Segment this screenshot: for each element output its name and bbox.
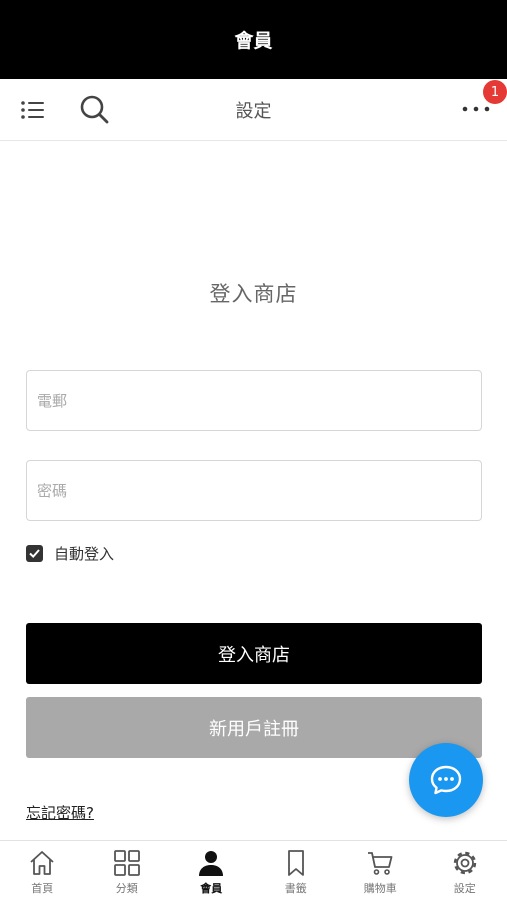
notification-badge: 1 — [483, 80, 507, 104]
password-field[interactable] — [26, 460, 482, 521]
auto-login-checkbox[interactable]: 自動登入 — [26, 543, 114, 564]
bookmark-icon — [281, 848, 311, 878]
chat-bubble-icon — [428, 762, 464, 798]
checkbox-checked-icon[interactable] — [26, 545, 43, 562]
tab-member[interactable]: 會員 — [169, 841, 254, 901]
tab-member-label: 會員 — [200, 880, 222, 896]
gear-icon — [450, 848, 480, 878]
page-heading: 登入商店 — [0, 278, 507, 308]
tab-settings-label: 設定 — [454, 880, 476, 896]
menu-list-icon[interactable] — [18, 95, 48, 125]
register-button[interactable]: 新用戶註冊 — [26, 697, 482, 758]
tab-home[interactable]: 首頁 — [0, 841, 85, 901]
tab-cart-label: 購物車 — [364, 880, 397, 896]
grid-icon — [112, 848, 142, 878]
auto-login-label: 自動登入 — [54, 543, 114, 564]
tab-categories[interactable]: 分類 — [85, 841, 170, 901]
tab-bookmarks-label: 書籤 — [285, 880, 307, 896]
search-icon[interactable] — [76, 91, 112, 127]
user-icon — [196, 848, 226, 878]
tab-settings[interactable]: 設定 — [423, 841, 507, 901]
tab-home-label: 首頁 — [31, 880, 53, 896]
app-header: 會員 — [0, 0, 507, 79]
tab-categories-label: 分類 — [116, 880, 138, 896]
forgot-password-link[interactable]: 忘記密碼? — [26, 802, 94, 823]
header-title: 會員 — [234, 26, 272, 53]
tab-bookmarks[interactable]: 書籤 — [254, 841, 339, 901]
cart-icon — [365, 848, 395, 878]
email-field[interactable] — [26, 370, 482, 431]
bottom-tab-bar: 首頁 分類 會員 書籤 購物車 — [0, 840, 507, 901]
chat-button[interactable] — [409, 743, 483, 817]
home-icon — [27, 848, 57, 878]
login-button[interactable]: 登入商店 — [26, 623, 482, 684]
toolbar: 設定 — [0, 79, 507, 141]
tab-cart[interactable]: 購物車 — [338, 841, 423, 901]
